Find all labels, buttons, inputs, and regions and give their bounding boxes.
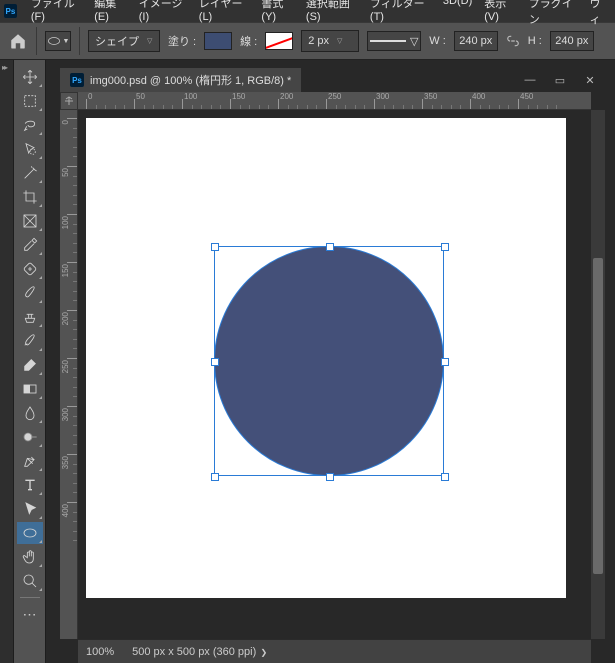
vertical-scrollbar[interactable] [591,110,605,639]
fill-label: 塗り : [168,33,196,49]
transform-handle[interactable] [441,473,449,481]
marquee-tool[interactable] [17,90,43,112]
menu-item[interactable]: ウィ [584,0,615,29]
move-tool[interactable] [17,66,43,88]
document-title: img000.psd @ 100% (楕円形 1, RGB/8) * [90,72,291,88]
chevron-down-icon: ▽ [410,35,418,48]
main-menubar: Ps ファイル(F)編集(E)イメージ(I)レイヤー(L)書式(Y)選択範囲(S… [0,0,615,22]
eyedropper-tool[interactable] [17,234,43,256]
canvas[interactable] [86,118,566,598]
menu-item[interactable]: フィルター(T) [364,0,437,29]
quick-select-tool[interactable] [17,138,43,160]
height-input[interactable]: 240 px [550,31,594,51]
tool-mode-dropdown[interactable]: シェイプ ▽ [88,30,160,52]
chevron-down-icon: ▼ [63,38,70,45]
frame-tool[interactable] [17,210,43,232]
stroke-color-swatch[interactable] [265,32,293,50]
type-tool[interactable] [17,474,43,496]
tool-column-edge: ▸▸ [0,60,14,663]
close-button[interactable]: ✕ [575,70,605,90]
width-label: W : [429,35,446,47]
separator [36,27,37,55]
eraser-tool[interactable] [17,354,43,376]
stroke-width-value: 2 px [308,35,329,47]
home-icon[interactable] [8,32,28,50]
path-select-tool[interactable] [17,498,43,520]
pen-tool[interactable] [17,450,43,472]
document-area: Ps img000.psd @ 100% (楕円形 1, RGB/8) * — … [46,60,615,663]
menu-item[interactable]: プラグイン [523,0,584,29]
clone-stamp-tool[interactable] [17,306,43,328]
stroke-width-input[interactable]: 2 px ▽ [301,30,359,52]
menu-item[interactable]: 編集(E) [88,0,133,29]
edit-toolbar[interactable]: ⋯ [17,603,43,625]
tools-panel: ⋯ [14,60,46,663]
link-icon[interactable] [506,34,520,48]
shape-preset-dropdown[interactable]: ▼ [45,31,71,51]
transform-handle[interactable] [441,243,449,251]
ruler-origin[interactable] [60,92,78,110]
zoom-level[interactable]: 100% [86,646,114,658]
lasso-tool[interactable] [17,114,43,136]
menu-item[interactable]: 表示(V) [478,0,523,29]
dodge-tool[interactable] [17,426,43,448]
canvas-viewport[interactable] [78,110,591,639]
vertical-ruler[interactable]: 050100150200250300350400 [60,110,78,639]
ps-file-icon: Ps [70,73,84,87]
transform-handle[interactable] [211,473,219,481]
blur-tool[interactable] [17,402,43,424]
menu-item[interactable]: イメージ(I) [133,0,193,29]
transform-handle[interactable] [326,243,334,251]
chevron-down-icon: ▽ [337,37,342,45]
doc-dimensions: 500 px x 500 px (360 ppi) [132,646,256,658]
menu-item[interactable]: ファイル(F) [25,0,88,29]
transform-bbox[interactable] [214,246,444,476]
stroke-label: 線 : [240,33,257,49]
zoom-tool[interactable] [17,570,43,592]
healing-brush-tool[interactable] [17,258,43,280]
magic-wand-tool[interactable] [17,162,43,184]
crop-tool[interactable] [17,186,43,208]
menu-item[interactable]: 選択範囲(S) [300,0,364,29]
menu-item[interactable]: レイヤー(L) [193,0,256,29]
separator [79,27,80,55]
scrollbar-thumb[interactable] [593,258,603,574]
document-tabbar: Ps img000.psd @ 100% (楕円形 1, RGB/8) * — … [60,68,605,92]
height-label: H : [528,35,542,47]
ellipse-tool[interactable] [17,522,43,544]
brush-tool[interactable] [17,282,43,304]
chevron-right-icon[interactable]: ❯ [258,648,267,657]
transform-handle[interactable] [326,473,334,481]
separator [20,597,40,598]
menu-item[interactable]: 書式(Y) [255,0,300,29]
tool-mode-label: シェイプ [95,33,139,49]
document-tab[interactable]: Ps img000.psd @ 100% (楕円形 1, RGB/8) * [60,68,301,92]
history-brush-tool[interactable] [17,330,43,352]
stroke-style-dropdown[interactable]: ▽ [367,31,421,51]
fill-color-swatch[interactable] [204,32,232,50]
gradient-tool[interactable] [17,378,43,400]
minimize-button[interactable]: — [515,70,545,90]
hand-tool[interactable] [17,546,43,568]
transform-handle[interactable] [211,243,219,251]
chevron-down-icon: ▽ [147,37,152,45]
status-bar: 100% 500 px x 500 px (360 ppi) ❯ [78,639,591,663]
width-input[interactable]: 240 px [454,31,498,51]
horizontal-ruler[interactable]: 050100150200250300350400450 [78,92,591,110]
menu-item[interactable]: 3D(D) [437,0,478,29]
maximize-button[interactable]: ▭ [545,70,575,90]
transform-handle[interactable] [441,358,449,366]
transform-handle[interactable] [211,358,219,366]
app-logo: Ps [4,4,17,18]
